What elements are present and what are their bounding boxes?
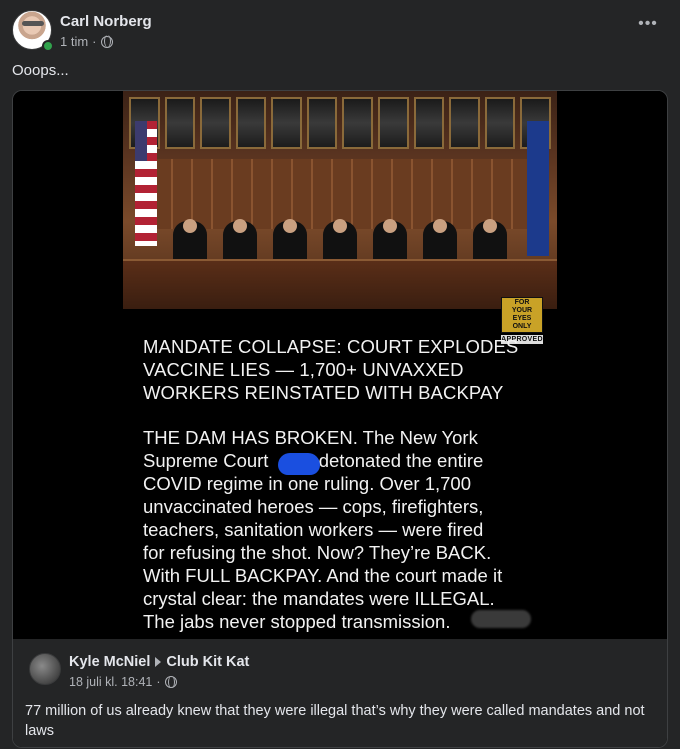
original-author-name[interactable]: Kyle McNiel <box>69 654 150 670</box>
original-post: Kyle McNiel Club Kit Kat 18 juli kl. 18:… <box>13 639 667 747</box>
body-line: for refusing the shot. Now? They’re BACK… <box>143 542 492 563</box>
portrait <box>413 97 445 149</box>
shared-post-card[interactable]: FOR YOUR EYES ONLY APPROVED MANDATE COLL… <box>12 90 668 748</box>
body-line: With FULL BACKPAY. And the court made it <box>143 565 503 586</box>
gray-redaction-mark <box>471 610 531 628</box>
stamp-top-text: FOR YOUR EYES ONLY <box>501 297 543 333</box>
triangle-right-icon <box>155 657 162 667</box>
judges-row <box>173 219 507 261</box>
post-caption: Ooops... <box>12 62 69 79</box>
body-line: unvaccinated heroes — cops, firefighters… <box>143 496 484 517</box>
judge <box>273 219 307 261</box>
shared-image[interactable]: FOR YOUR EYES ONLY APPROVED MANDATE COLL… <box>13 91 667 639</box>
portrait <box>306 97 338 149</box>
original-post-header: Kyle McNiel Club Kit Kat <box>69 654 249 670</box>
original-post-text: 77 million of us already knew that they … <box>25 703 645 739</box>
us-flag <box>135 121 157 246</box>
blue-redaction-mark <box>278 453 320 475</box>
portrait <box>200 97 231 149</box>
judge <box>223 219 257 261</box>
post-time[interactable]: 1 tim <box>60 34 88 49</box>
portrait <box>271 97 302 149</box>
image-body-text: THE DAM HAS BROKEN. The New York Supreme… <box>143 426 563 633</box>
judge <box>373 219 407 261</box>
portrait <box>378 97 409 149</box>
body-line: crystal clear: the mandates were ILLEGAL… <box>143 588 495 609</box>
state-flag <box>527 121 549 256</box>
portrait-row <box>129 97 551 149</box>
body-line: teachers, sanitation workers — were fire… <box>143 519 484 540</box>
portrait <box>235 97 267 149</box>
headline-line: WORKERS REINSTATED WITH BACKPAY <box>143 382 504 403</box>
portrait <box>484 97 516 149</box>
globe-icon <box>164 675 177 688</box>
online-status-icon <box>42 40 54 52</box>
original-post-time[interactable]: 18 juli kl. 18:41 <box>69 675 152 689</box>
body-line: COVID regime in one ruling. Over 1,700 <box>143 473 472 494</box>
body-line-part: Supreme Court <box>143 450 274 471</box>
post-meta: 1 tim · <box>60 34 113 49</box>
portrait <box>342 97 374 149</box>
judge <box>473 219 507 261</box>
judge <box>323 219 357 261</box>
courtroom-photo <box>123 91 557 309</box>
body-line: THE DAM HAS BROKEN. The New York <box>143 427 478 448</box>
portrait <box>164 97 196 149</box>
original-author-avatar[interactable] <box>29 653 61 685</box>
body-line-part: detonated the entire <box>313 450 484 471</box>
portrait <box>449 97 480 149</box>
group-name[interactable]: Club Kit Kat <box>166 654 249 670</box>
globe-icon <box>100 35 113 48</box>
judges-bench <box>123 259 557 309</box>
author-name[interactable]: Carl Norberg <box>60 13 152 30</box>
body-line: Supreme Court detonated the entire <box>143 449 563 472</box>
judge <box>173 219 207 261</box>
original-post-meta: 18 juli kl. 18:41 · <box>69 675 177 689</box>
meta-separator: · <box>156 675 161 689</box>
headline-line: VACCINE LIES — 1,700+ UNVAXXED <box>143 359 464 380</box>
image-headline: MANDATE COLLAPSE: COURT EXPLODES VACCINE… <box>143 335 563 404</box>
judge <box>423 219 457 261</box>
post-header: Carl Norberg 1 tim · ••• <box>12 10 668 54</box>
more-options-button[interactable]: ••• <box>636 16 660 38</box>
headline-line: MANDATE COLLAPSE: COURT EXPLODES <box>143 336 519 357</box>
meta-separator: · <box>92 34 97 49</box>
